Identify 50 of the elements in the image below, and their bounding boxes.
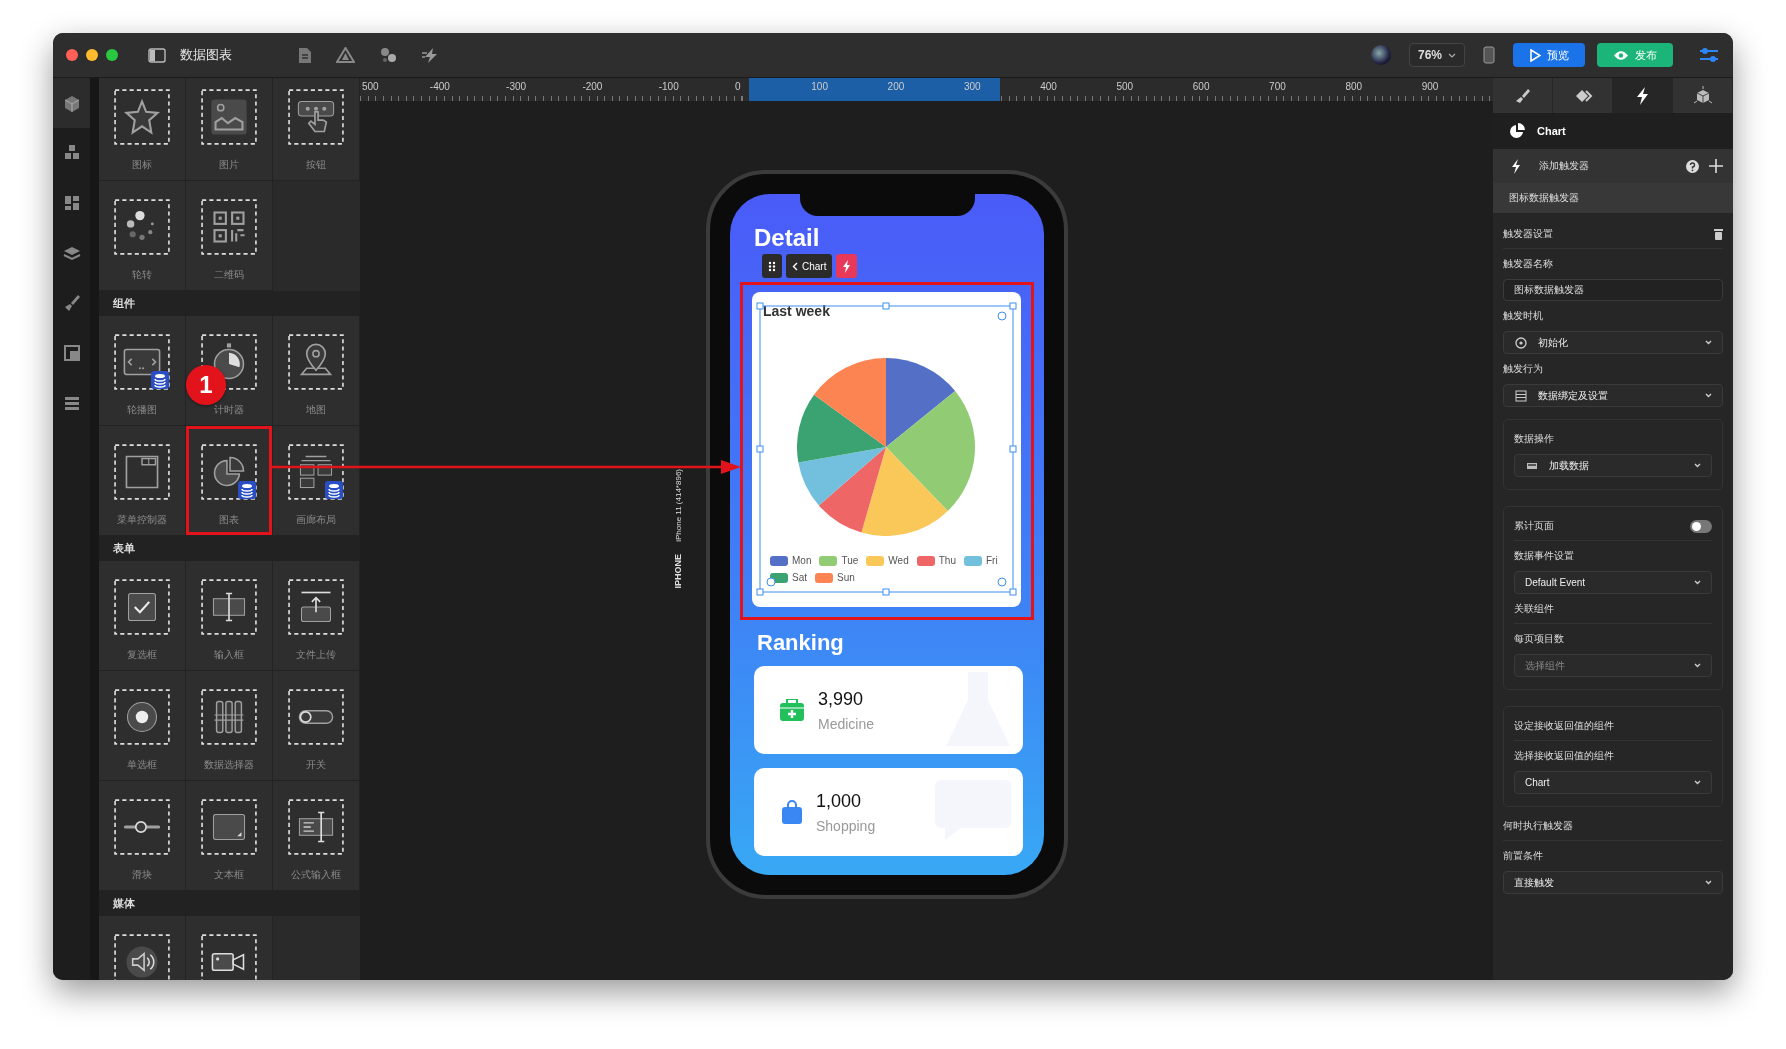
section-heading: 设定接收返回值的组件: [1514, 719, 1614, 733]
legend-label: Thu: [938, 555, 956, 566]
ruler-label: 200: [887, 81, 905, 92]
ruler-label: 500: [362, 81, 379, 92]
legend-label: Mon: [792, 555, 812, 566]
field-label: 数据事件设置: [1514, 549, 1575, 563]
device-model-label: iPhone 11 (414*896): [673, 469, 683, 542]
ranking-value: 3,990: [818, 688, 865, 710]
field-label: 前置条件: [1503, 849, 1544, 863]
legend-label: Sat: [792, 572, 807, 583]
field-label: 触发时机: [1503, 309, 1544, 323]
ruler-label: 900: [1421, 81, 1439, 92]
ruler-label: 0: [735, 81, 741, 92]
ruler-label: 800: [1345, 81, 1363, 92]
component-name: Chart: [1537, 125, 1566, 137]
field-label: 数据操作: [1514, 432, 1555, 446]
field-label: 触发器名称: [1503, 257, 1554, 271]
ruler-label: -300: [506, 81, 527, 92]
section-header: 媒体: [99, 891, 360, 916]
ruler-label: 400: [1040, 81, 1057, 92]
field-label: 触发行为: [1503, 362, 1544, 376]
section-header: 组件: [99, 291, 360, 316]
section-title: Ranking: [757, 630, 845, 656]
ruler-label: 600: [1192, 81, 1210, 92]
ranking-value: 1,000: [816, 790, 863, 812]
ruler-label: -400: [429, 81, 450, 92]
ruler-label: -100: [658, 81, 679, 92]
add-trigger-label: 添加触发器: [1539, 159, 1589, 173]
section-heading: 何时执行触发器: [1503, 819, 1573, 833]
ruler-label: 300: [963, 81, 981, 92]
page-title: Detail: [754, 224, 821, 252]
chart-title: Last week: [763, 303, 830, 319]
window-title: 数据图表: [180, 46, 232, 64]
field-label: 选择接收返回值的组件: [1514, 749, 1615, 763]
ranking-label: Shopping: [816, 817, 876, 834]
device-type-label: IPHONE: [673, 553, 683, 589]
field-label: 每页项目数: [1514, 632, 1565, 646]
section-heading: 关联组件: [1514, 602, 1554, 616]
legend-label: Fri: [985, 555, 998, 566]
legend-label: Sun: [837, 572, 855, 583]
legend-label: Wed: [888, 555, 909, 566]
ruler-label: 100: [811, 81, 828, 92]
ranking-label: Medicine: [818, 715, 875, 732]
section-header: 表单: [99, 536, 360, 561]
ruler-label: 500: [1116, 81, 1134, 92]
field-label: 累计页面: [1514, 519, 1554, 533]
section-heading: 触发器设置: [1503, 227, 1553, 241]
ruler-label: 700: [1269, 81, 1286, 92]
ruler-label: -200: [582, 81, 603, 92]
legend-label: Tue: [841, 555, 859, 566]
